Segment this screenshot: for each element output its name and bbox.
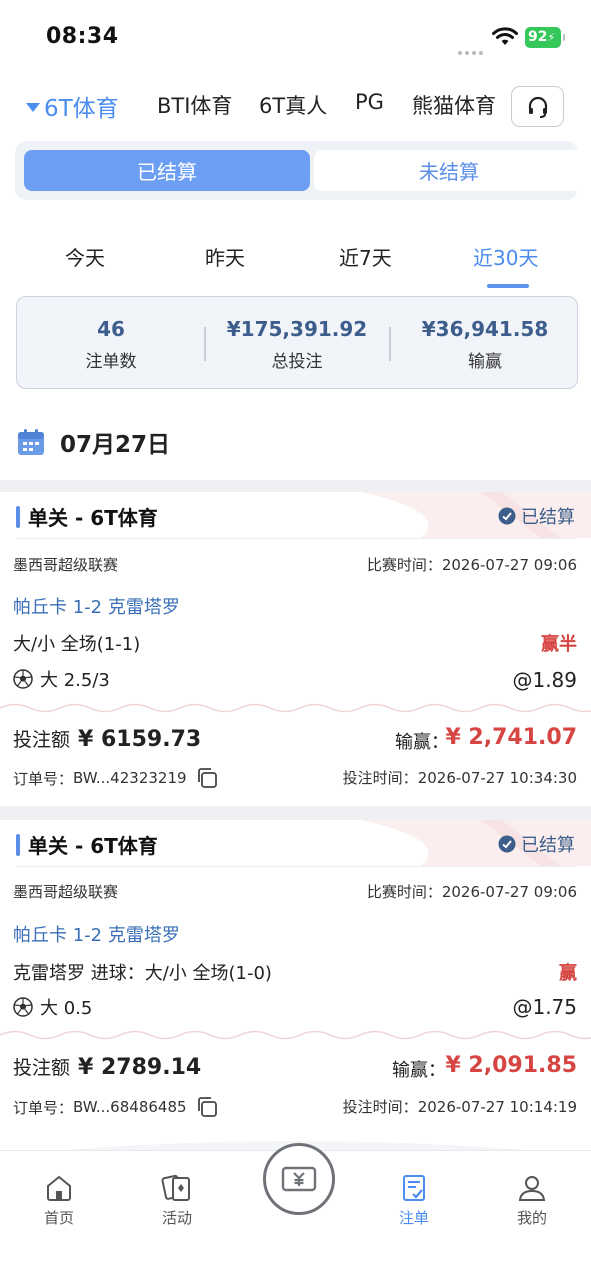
stake-row: 投注额 ¥ 6159.73 — [13, 727, 202, 752]
tab-30-days[interactable]: 近30天 — [473, 242, 538, 271]
pl-amount: ¥ 2,741.07 — [445, 725, 577, 750]
match-time: 比赛时间：2026-07-27 09:06 — [366, 883, 577, 901]
battery-indicator: 92⚡ — [525, 27, 565, 48]
league-name: 墨西哥超级联赛 — [13, 556, 119, 574]
tab-today[interactable]: 今天 — [65, 242, 105, 271]
bet-time: 投注时间：2026-07-27 10:14:19 — [342, 1098, 577, 1116]
nav-center-wallet[interactable] — [263, 1143, 335, 1215]
status-bar: 08:34 92⚡ — [0, 0, 591, 70]
bet-card[interactable]: 单关 - 6T体育 已结算 墨西哥超级联赛 比赛时间：2026-07-27 09… — [0, 492, 591, 806]
settled-segment-button[interactable]: 已结算 — [24, 150, 310, 191]
section-separator — [0, 806, 591, 820]
stake-amount: ¥ 2789.14 — [78, 1055, 202, 1080]
order-number-row: 订单号： BW...42323219 — [13, 766, 219, 790]
bet-count-value: 46 — [97, 317, 125, 341]
money-icon — [281, 1166, 317, 1192]
copy-icon[interactable] — [195, 1095, 219, 1119]
vendor-tab-6t-sports[interactable]: 6T体育 — [26, 89, 119, 123]
section-separator — [0, 480, 591, 492]
nav-activities[interactable]: 活动 — [137, 1173, 217, 1228]
status-badge: 已结算 — [498, 831, 575, 857]
bet-market: 大/小 全场(1-1) — [13, 634, 141, 655]
profile-icon — [518, 1176, 546, 1201]
match-teams: 帕丘卡 1-2 克雷塔罗 — [13, 597, 180, 618]
summary-count: 46 注单数 — [77, 317, 145, 372]
stake-amount: ¥ 6159.73 — [78, 727, 202, 752]
order-number: BW...42323219 — [73, 769, 187, 787]
bet-title: 单关 - 6T体育 — [16, 502, 158, 531]
heart-icon — [26, 103, 40, 112]
copy-icon[interactable] — [195, 766, 219, 790]
check-circle-icon — [498, 835, 516, 853]
match-teams: 帕丘卡 1-2 克雷塔罗 — [13, 925, 180, 946]
vendor-tabs: 6T体育 BTI体育 6T真人 PG 熊猫体育 — [0, 82, 591, 130]
bet-result: 赢 — [559, 963, 577, 984]
betslip-icon — [403, 1175, 425, 1201]
bet-pick: 大 2.5/3 — [13, 666, 110, 692]
check-circle-icon — [498, 507, 516, 525]
summary-pl: ¥36,941.58 输赢 — [410, 317, 560, 372]
bet-odds: @1.75 — [512, 995, 577, 1019]
calendar-icon — [18, 429, 44, 455]
customer-service-button[interactable] — [511, 86, 564, 127]
divider — [16, 866, 576, 867]
bet-title: 单关 - 6T体育 — [16, 830, 158, 859]
date-range-tabs: 今天 昨天 近7天 近30天 — [0, 230, 591, 290]
soccer-ball-icon — [13, 997, 33, 1017]
home-icon — [47, 1175, 71, 1201]
order-number-row: 订单号： BW...68486485 — [13, 1095, 219, 1119]
status-badge: 已结算 — [498, 503, 575, 529]
bet-market: 克雷塔罗 进球：大/小 全场(1-0) — [13, 963, 272, 984]
summary-stake: ¥175,391.92 总投注 — [217, 317, 377, 372]
total-pl-label: 输赢 — [468, 352, 502, 372]
bet-odds: @1.89 — [512, 668, 577, 692]
bottom-navigation: 首页 活动 注单 我的 — [0, 1143, 591, 1280]
tab-7-days[interactable]: 近7天 — [339, 242, 392, 271]
bet-time: 投注时间：2026-07-27 10:34:30 — [342, 769, 577, 787]
soccer-ball-icon — [13, 669, 33, 689]
bet-pick: 大 0.5 — [13, 994, 92, 1020]
date-group-header: 07月27日 — [16, 424, 170, 460]
league-name: 墨西哥超级联赛 — [13, 883, 119, 901]
summary-divider — [204, 327, 206, 361]
tab-yesterday[interactable]: 昨天 — [205, 242, 245, 271]
pl-label: 输赢： — [392, 1060, 446, 1081]
stake-row: 投注额 ¥ 2789.14 — [13, 1055, 202, 1080]
bet-result: 赢半 — [541, 634, 577, 655]
wifi-icon — [492, 27, 518, 45]
total-stake-value: ¥175,391.92 — [226, 317, 368, 341]
vendor-tab-pg[interactable]: PG — [355, 90, 384, 114]
total-stake-label: 总投注 — [271, 352, 323, 372]
settle-segment: 已结算 未结算 — [15, 141, 584, 200]
wavy-divider — [0, 1030, 591, 1040]
active-tab-underline — [487, 284, 529, 288]
total-pl-value: ¥36,941.58 — [421, 317, 549, 341]
match-time: 比赛时间：2026-07-27 09:06 — [366, 556, 577, 574]
summary-panel: 46 注单数 ¥175,391.92 总投注 ¥36,941.58 输赢 — [16, 296, 578, 389]
headset-icon — [528, 96, 547, 118]
cellular-signal-icon — [458, 40, 486, 59]
order-number: BW...68486485 — [73, 1098, 187, 1116]
status-time: 08:34 — [46, 24, 119, 49]
bet-count-label: 注单数 — [85, 352, 137, 372]
vendor-tab-bti-sports[interactable]: BTI体育 — [157, 90, 232, 120]
nav-profile[interactable]: 我的 — [492, 1173, 572, 1228]
summary-divider — [389, 327, 391, 361]
date-group-label: 07月27日 — [60, 432, 171, 458]
wavy-divider — [0, 703, 591, 713]
divider — [16, 538, 576, 539]
vendor-tab-panda-sports[interactable]: 熊猫体育 — [412, 90, 496, 120]
cards-icon — [161, 1174, 190, 1201]
pl-label: 输赢： — [395, 732, 449, 753]
nav-home[interactable]: 首页 — [19, 1173, 99, 1228]
title-accent-bar — [16, 505, 20, 528]
vendor-tab-6t-live[interactable]: 6T真人 — [259, 90, 327, 120]
battery-level: 92 — [528, 29, 548, 45]
bet-card[interactable]: 单关 - 6T体育 已结算 墨西哥超级联赛 比赛时间：2026-07-27 09… — [0, 820, 591, 1136]
unsettled-segment-button[interactable]: 未结算 — [314, 150, 584, 191]
pl-amount: ¥ 2,091.85 — [445, 1053, 577, 1078]
title-accent-bar — [16, 833, 20, 856]
nav-bets[interactable]: 注单 — [374, 1173, 454, 1228]
